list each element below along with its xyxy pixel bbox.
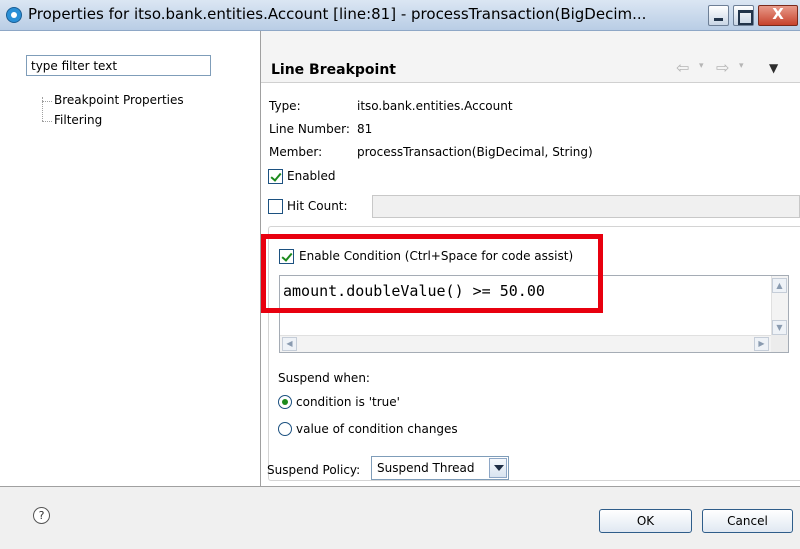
vertical-scrollbar[interactable]: ▲ ▼ <box>771 276 788 337</box>
help-icon[interactable]: ? <box>33 507 50 524</box>
close-button[interactable]: X <box>758 5 798 26</box>
page-title: Line Breakpoint <box>271 62 396 78</box>
horizontal-scrollbar[interactable]: ◀ ▶ <box>280 335 771 352</box>
member-label: Member: <box>269 145 323 159</box>
suspend-policy-select[interactable]: Suspend Thread <box>371 456 509 480</box>
condition-true-radio[interactable] <box>278 395 292 409</box>
ok-button[interactable]: OK <box>599 509 692 533</box>
button-bar: ? OK Cancel <box>0 486 800 549</box>
type-value: itso.bank.entities.Account <box>357 99 513 113</box>
page-header: Line Breakpoint ⇦ ▾ ⇨ ▾ ▼ <box>261 31 800 83</box>
condition-highlight-box <box>261 234 603 313</box>
hit-count-checkbox[interactable] <box>268 199 283 214</box>
member-value: processTransaction(BigDecimal, String) <box>357 145 593 159</box>
close-icon: X <box>772 5 784 23</box>
properties-icon <box>6 7 22 23</box>
scroll-right-icon[interactable]: ▶ <box>754 337 769 351</box>
maximize-button[interactable] <box>733 5 754 26</box>
forward-arrow-icon[interactable]: ⇨ <box>716 58 729 77</box>
condition-changes-label[interactable]: value of condition changes <box>296 422 458 436</box>
filter-input[interactable] <box>26 55 211 76</box>
back-arrow-icon[interactable]: ⇦ <box>676 58 689 77</box>
enabled-checkbox[interactable] <box>268 169 283 184</box>
suspend-policy-label: Suspend Policy: <box>267 463 361 477</box>
line-number-value: 81 <box>357 122 373 136</box>
hit-count-input <box>372 195 800 218</box>
forward-dropdown-icon[interactable]: ▾ <box>739 61 744 71</box>
enabled-label[interactable]: Enabled <box>287 169 336 183</box>
cancel-button[interactable]: Cancel <box>702 509 793 533</box>
condition-true-label[interactable]: condition is 'true' <box>296 395 400 409</box>
window-title: Properties for itso.bank.entities.Accoun… <box>28 5 647 23</box>
scroll-corner <box>771 335 788 352</box>
navigation-pane: Breakpoint Properties Filtering <box>0 31 260 486</box>
condition-changes-radio[interactable] <box>278 422 292 436</box>
view-menu-icon[interactable]: ▼ <box>769 61 778 75</box>
scroll-left-icon[interactable]: ◀ <box>282 337 297 351</box>
tree-connector <box>42 121 52 122</box>
tree-connector <box>42 101 52 102</box>
suspend-when-label: Suspend when: <box>278 371 370 385</box>
minimize-button[interactable] <box>708 5 729 26</box>
hit-count-label[interactable]: Hit Count: <box>287 199 348 213</box>
back-dropdown-icon[interactable]: ▾ <box>699 61 704 71</box>
tree-item-breakpoint-properties[interactable]: Breakpoint Properties <box>54 93 184 107</box>
suspend-policy-value: Suspend Thread <box>377 461 475 475</box>
properties-pane: Line Breakpoint ⇦ ▾ ⇨ ▾ ▼ Type: itso.ban… <box>261 31 800 486</box>
scroll-up-icon[interactable]: ▲ <box>772 278 787 293</box>
line-number-label: Line Number: <box>269 122 350 136</box>
type-label: Type: <box>269 99 301 113</box>
title-bar: Properties for itso.bank.entities.Accoun… <box>0 0 800 31</box>
chevron-down-icon[interactable] <box>489 458 507 478</box>
scroll-down-icon[interactable]: ▼ <box>772 320 787 335</box>
tree-item-filtering[interactable]: Filtering <box>54 113 102 127</box>
